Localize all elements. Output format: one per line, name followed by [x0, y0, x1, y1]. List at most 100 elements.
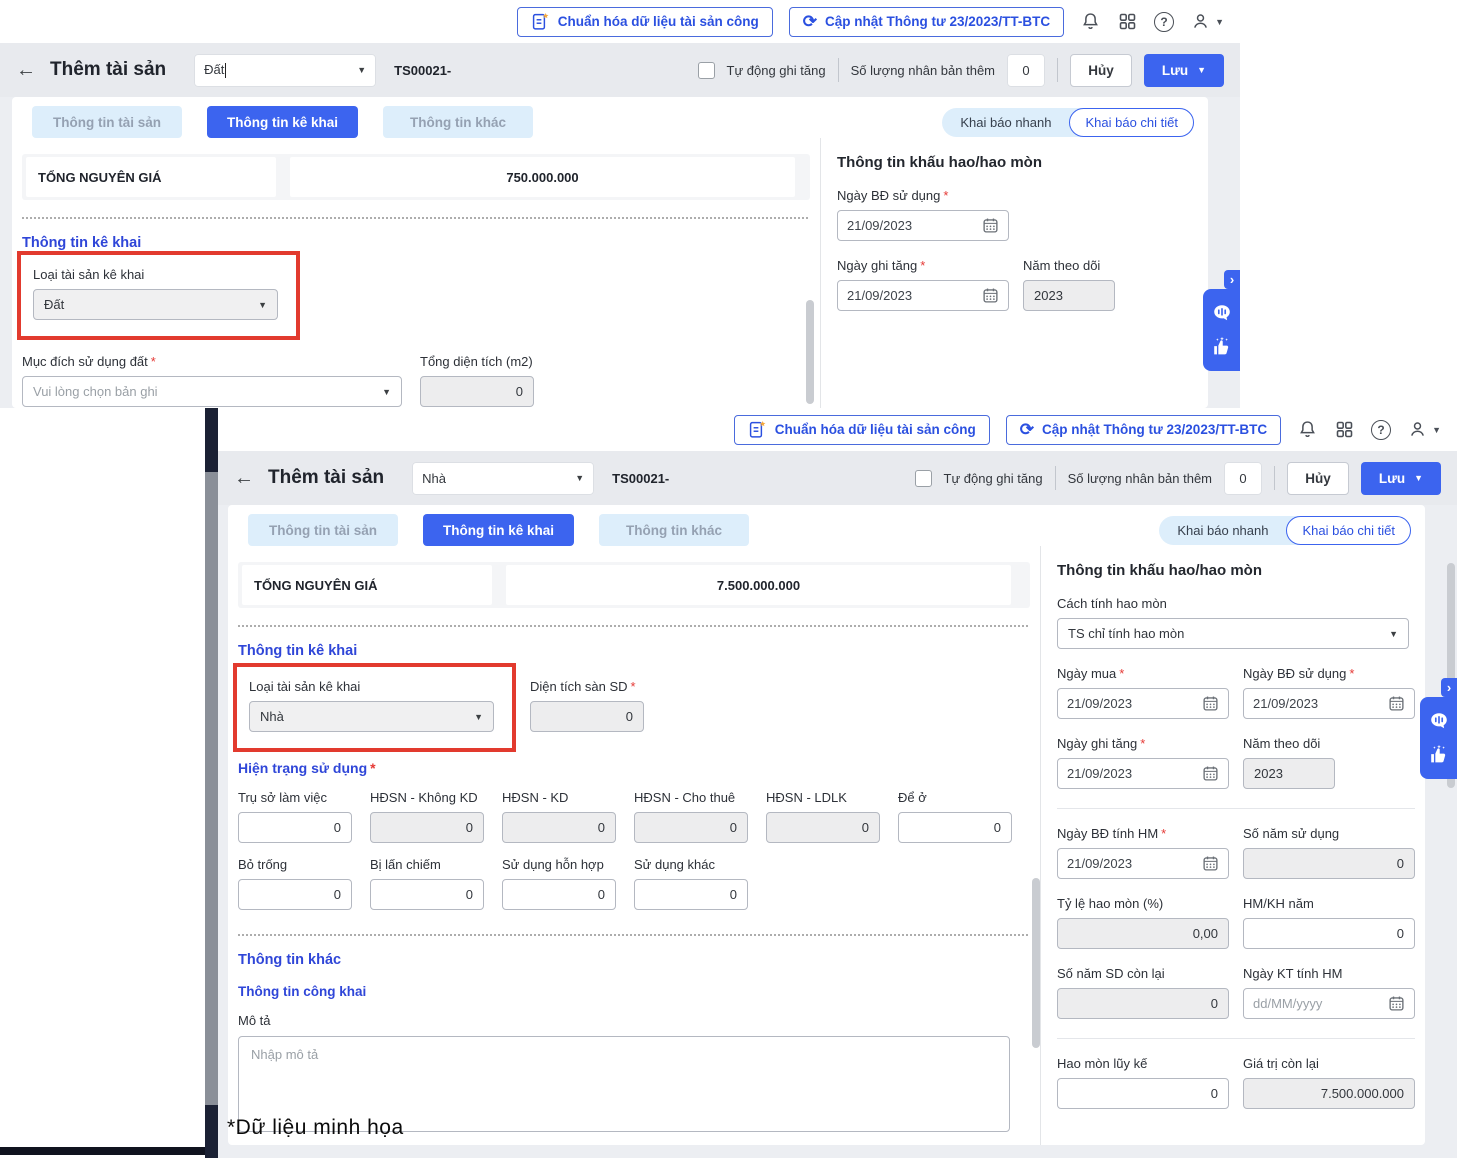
asset-type-value: Đất: [204, 61, 225, 77]
rate-input[interactable]: [1057, 918, 1229, 949]
tab-asset-info[interactable]: Thông tin tài sản: [32, 106, 182, 138]
caret-down-icon: ▼: [575, 473, 585, 483]
follow-year-input[interactable]: [1023, 280, 1115, 311]
app-grid-icon[interactable]: [1117, 11, 1138, 32]
usage-input-hdsn-kd[interactable]: [502, 812, 616, 843]
usage-label: HĐSN - KD: [502, 790, 569, 805]
usage-input-deo[interactable]: [898, 812, 1012, 843]
mode-detail-option[interactable]: Khai báo chi tiết: [1069, 107, 1194, 137]
asset-type-combobox[interactable]: Nhà ▼: [412, 461, 595, 495]
usage-input-hdsn-khongkd[interactable]: [370, 812, 484, 843]
user-menu[interactable]: ▼: [1407, 419, 1441, 440]
auto-increase-checkbox[interactable]: [697, 61, 715, 79]
accum-depreciation-input[interactable]: [1057, 1078, 1229, 1109]
tab-other-info[interactable]: Thông tin khác: [599, 514, 750, 546]
land-purpose-select[interactable]: Vui lòng chọn bản ghi ▼: [22, 376, 402, 407]
usage-input-honhop[interactable]: [502, 879, 616, 910]
back-arrow-icon[interactable]: ←: [16, 60, 36, 80]
declare-type-select[interactable]: Nhà ▼: [249, 701, 494, 732]
usage-input-bilanchiem[interactable]: [370, 879, 484, 910]
method-select[interactable]: TS chỉ tính hao mòn ▼: [1057, 618, 1409, 649]
copies-input[interactable]: 0: [1224, 461, 1262, 495]
screenshot-canvas: Chuẩn hóa dữ liệu tài sản công ⟳ Cập nhậ…: [0, 0, 1457, 1158]
asset-type-combobox[interactable]: Đất ▼: [194, 53, 377, 87]
auto-increase-checkbox[interactable]: [914, 469, 932, 487]
collapse-chevron-icon[interactable]: ›: [1224, 270, 1240, 289]
follow-year-input[interactable]: [1243, 758, 1335, 789]
total-area-input[interactable]: [420, 376, 534, 407]
update-circular-button[interactable]: ⟳ Cập nhật Thông tư 23/2023/TT-BTC: [788, 6, 1065, 37]
scrollbar-thumb[interactable]: [1032, 878, 1040, 1048]
tab-declare-info[interactable]: Thông tin kê khai: [207, 106, 359, 138]
declare-type-select[interactable]: Đất ▼: [33, 289, 278, 320]
asset-code: TS00021-: [394, 62, 452, 78]
floor-area-input[interactable]: [530, 701, 644, 732]
app-grid-icon[interactable]: [1334, 419, 1355, 440]
increase-date-input[interactable]: 21/09/2023: [1057, 758, 1229, 789]
rating-thumbs-up-icon[interactable]: [1211, 336, 1233, 358]
usage-input-botrong[interactable]: [238, 879, 352, 910]
cancel-button[interactable]: Hủy: [1287, 461, 1349, 495]
calendar-icon: [1389, 696, 1404, 711]
tab-asset-info[interactable]: Thông tin tài sản: [248, 514, 398, 546]
notification-bell-icon[interactable]: [1297, 419, 1318, 440]
total-cost-row: TỔNG NGUYÊN GIÁ 750.000.000: [22, 154, 810, 200]
copies-input[interactable]: 0: [1007, 53, 1045, 87]
remaining-value-input[interactable]: [1243, 1078, 1415, 1109]
page-header: ← Thêm tài sản Đất ▼ TS00021- Tự động gh…: [0, 43, 1240, 97]
tab-declare-info[interactable]: Thông tin kê khai: [423, 514, 575, 546]
annotation-note: *Dữ liệu minh họa: [227, 1116, 404, 1139]
increase-date-input[interactable]: 21/09/2023: [837, 280, 1009, 311]
mode-quick-option[interactable]: Khai báo nhanh: [1159, 523, 1286, 538]
land-purpose-label: Mục đích sử dụng đất: [22, 354, 148, 369]
buy-date-input[interactable]: 21/09/2023: [1057, 688, 1229, 719]
hmkh-year-input[interactable]: [1243, 918, 1415, 949]
mode-quick-option[interactable]: Khai báo nhanh: [942, 115, 1069, 130]
update-circular-button[interactable]: ⟳ Cập nhật Thông tư 23/2023/TT-BTC: [1005, 414, 1282, 445]
back-arrow-icon[interactable]: ←: [234, 468, 254, 488]
mode-detail-option[interactable]: Khai báo chi tiết: [1286, 515, 1411, 545]
usage-input-hdsn-ldlk[interactable]: [766, 812, 880, 843]
feedback-chat-icon[interactable]: [1211, 302, 1233, 324]
usage-input-khac[interactable]: [634, 879, 748, 910]
standardize-data-button[interactable]: Chuẩn hóa dữ liệu tài sản công: [733, 414, 990, 445]
follow-year-label: Năm theo dõi: [1023, 258, 1101, 273]
text-cursor: [225, 63, 227, 79]
calendar-icon: [1203, 766, 1218, 781]
collapse-chevron-icon[interactable]: ›: [1441, 678, 1457, 697]
standardize-data-button[interactable]: Chuẩn hóa dữ liệu tài sản công: [516, 6, 773, 37]
rating-thumbs-up-icon[interactable]: [1428, 744, 1450, 766]
save-button[interactable]: Lưu ▼: [1144, 53, 1224, 87]
help-icon[interactable]: ?: [1154, 11, 1175, 32]
usage-input-hdsn-chothue[interactable]: [634, 812, 748, 843]
auto-increase-label: Tự động ghi tăng: [726, 62, 826, 78]
notification-bell-icon[interactable]: [1080, 11, 1101, 32]
auto-increase-label: Tự động ghi tăng: [943, 470, 1043, 486]
dotted-divider: [22, 217, 808, 219]
cancel-button[interactable]: Hủy: [1070, 53, 1132, 87]
usage-input-office[interactable]: [238, 812, 352, 843]
help-icon[interactable]: ?: [1371, 419, 1392, 440]
start-use-date-input[interactable]: 21/09/2023: [837, 210, 1009, 241]
section-declare-title: Thông tin kê khai: [238, 643, 358, 659]
feedback-chat-icon[interactable]: [1428, 710, 1450, 732]
refresh-icon: ⟳: [1019, 420, 1035, 439]
hm-end-date-input[interactable]: dd/MM/yyyy: [1243, 988, 1415, 1019]
total-cost-label: TỔNG NGUYÊN GIÁ: [242, 565, 492, 605]
user-menu[interactable]: ▼: [1190, 11, 1224, 32]
divider: [1057, 1038, 1415, 1039]
start-use-date-input[interactable]: 21/09/2023: [1243, 688, 1415, 719]
remain-years-input[interactable]: [1057, 988, 1229, 1019]
depreciation-panel: Thông tin khấu hao/hao mòn Ngày BĐ sử dụ…: [820, 138, 1208, 408]
save-button[interactable]: Lưu ▼: [1361, 461, 1441, 495]
usage-label: Bị lấn chiếm: [370, 857, 441, 872]
window-left-edge: [205, 408, 218, 1158]
update-circular-label: Cập nhật Thông tư 23/2023/TT-BTC: [825, 14, 1051, 29]
use-years-input[interactable]: [1243, 848, 1415, 879]
hm-start-date-input[interactable]: 21/09/2023: [1057, 848, 1229, 879]
copies-label: Số lượng nhân bản thêm: [1067, 470, 1212, 486]
window-add-asset-house: Chuẩn hóa dữ liệu tài sản công ⟳ Cập nhậ…: [205, 408, 1457, 1158]
asset-type-value: Nhà: [422, 470, 447, 486]
tab-other-info[interactable]: Thông tin khác: [383, 106, 534, 138]
scrollbar-thumb[interactable]: [806, 300, 814, 404]
